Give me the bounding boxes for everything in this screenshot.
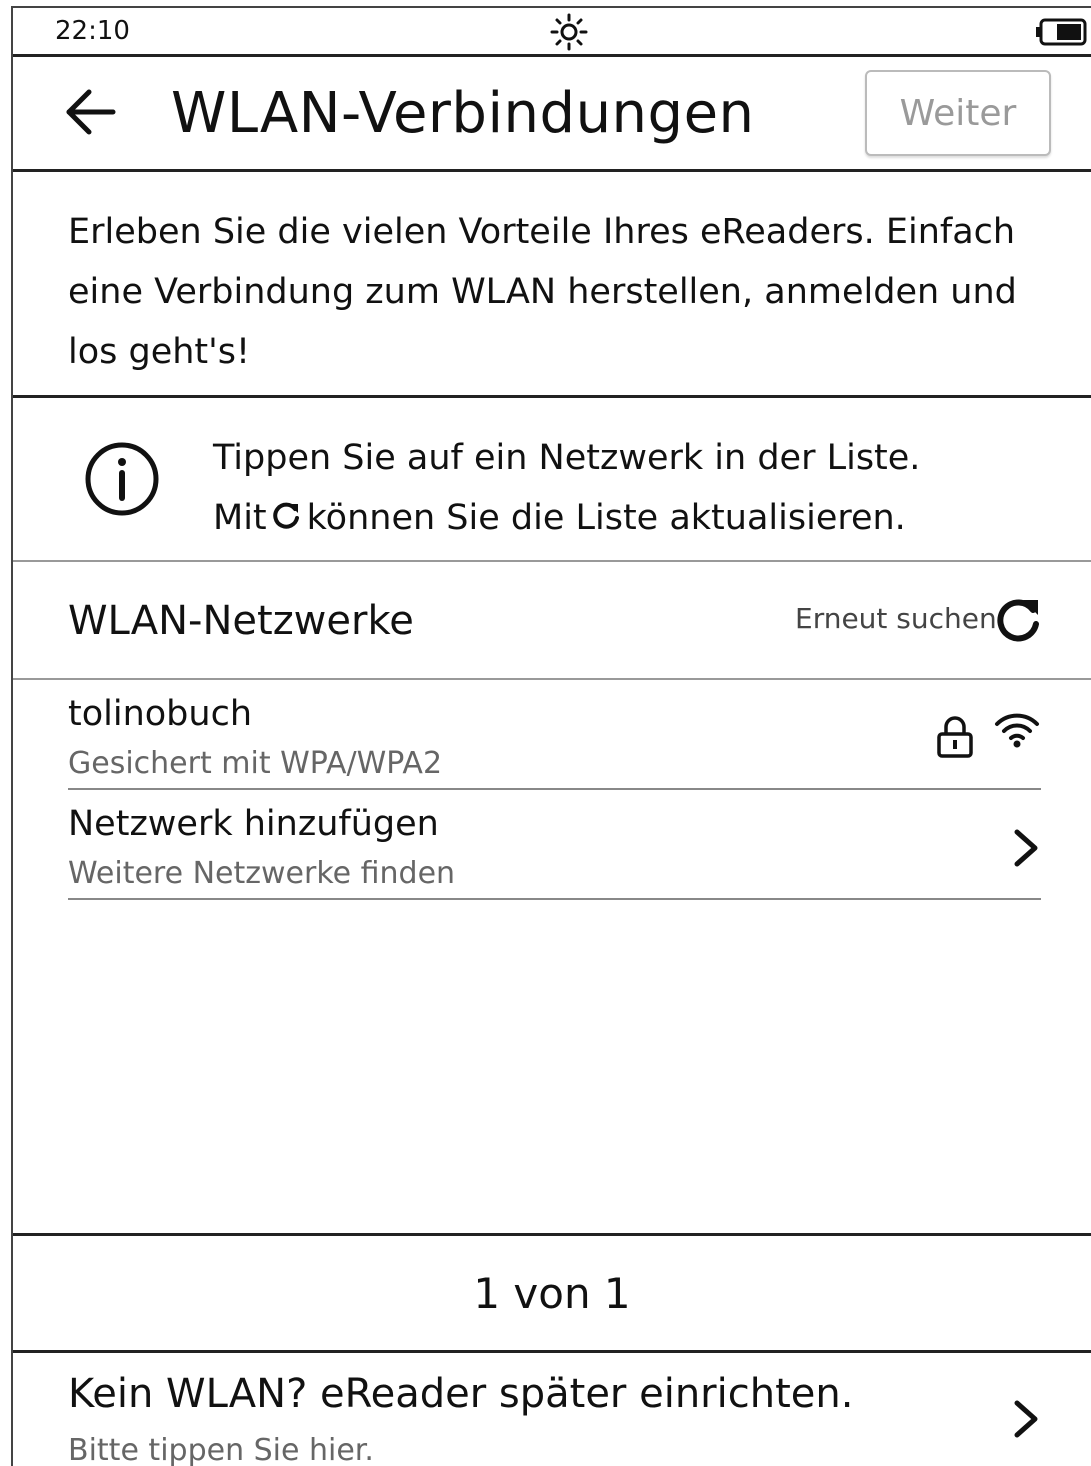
add-network-subtitle: Weitere Netzwerke finden — [68, 856, 456, 891]
battery-icon — [1036, 18, 1087, 46]
network-name: tolinobuch — [68, 694, 253, 734]
next-button[interactable]: Weiter — [865, 70, 1051, 156]
networks-header: WLAN-Netzwerke Erneut suchen — [13, 562, 1091, 680]
header: WLAN-Verbindungen Weiter — [13, 57, 1091, 172]
network-item-tolinobuch[interactable]: tolinobuch Gesichert mit WPA/WPA2 — [68, 680, 1041, 790]
status-time: 22:10 — [55, 16, 130, 46]
pager: 1 von 1 — [13, 1233, 1091, 1353]
info-text: Tippen Sie auf ein Netzwerk in der Liste… — [213, 428, 920, 548]
networks-title: WLAN-Netzwerke — [68, 598, 414, 644]
setup-later-subtitle: Bitte tippen Sie hier. — [68, 1433, 374, 1466]
refresh-icon[interactable] — [993, 596, 1043, 646]
arrow-left-icon[interactable] — [63, 87, 119, 137]
info-box: Tippen Sie auf ein Netzwerk in der Liste… — [13, 398, 1091, 562]
screen: 22:10 WLAN-Verbindungen Weiter Erleben S… — [11, 6, 1091, 1466]
status-bar: 22:10 — [13, 8, 1091, 57]
network-security: Gesichert mit WPA/WPA2 — [68, 746, 443, 781]
intro-text: Erleben Sie die vielen Vorteile Ihres eR… — [13, 172, 1091, 398]
setup-later-item[interactable]: Kein WLAN? eReader später einrichten. Bi… — [13, 1353, 1091, 1466]
rescan-label[interactable]: Erneut suchen — [795, 602, 997, 635]
sun-icon — [550, 13, 588, 51]
info-line-2: Mit können Sie die Liste aktualisieren. — [213, 488, 920, 548]
page-title: WLAN-Verbindungen — [171, 81, 755, 146]
add-network-title: Netzwerk hinzufügen — [68, 804, 439, 844]
info-line-2-prefix: Mit — [213, 498, 267, 538]
wifi-icon — [995, 713, 1039, 748]
info-line-1: Tippen Sie auf ein Netzwerk in der Liste… — [213, 438, 921, 478]
refresh-icon — [272, 502, 299, 529]
chevron-right-icon — [1014, 829, 1038, 867]
setup-later-title: Kein WLAN? eReader später einrichten. — [68, 1371, 854, 1417]
info-line-2-suffix: können Sie die Liste aktualisieren. — [306, 498, 906, 538]
chevron-right-icon — [1014, 1400, 1038, 1438]
lock-icon — [937, 716, 973, 758]
info-icon — [85, 442, 159, 516]
add-network-item[interactable]: Netzwerk hinzufügen Weitere Netzwerke fi… — [68, 790, 1041, 900]
